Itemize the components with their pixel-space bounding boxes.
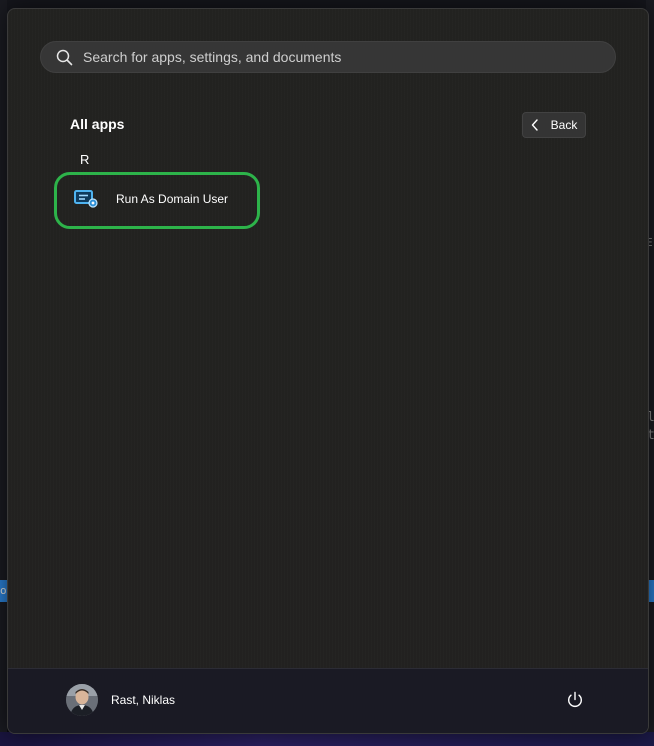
user-account-button[interactable]: Rast, Niklas [66,683,175,717]
background-window-left [0,0,7,746]
chevron-left-icon [531,119,541,131]
search-input[interactable] [83,49,615,65]
user-name: Rast, Niklas [111,693,176,707]
search-icon [55,48,73,66]
back-button[interactable]: Back [522,112,586,138]
avatar [66,684,98,716]
power-icon [566,691,584,709]
start-menu-footer: Rast, Niklas [8,668,648,733]
start-menu: All apps Back R Run As Domain User [7,8,649,734]
taskbar-edge [0,732,654,746]
back-label: Back [550,118,578,132]
power-button[interactable] [564,689,586,711]
desktop: E l t oj All apps Back R [0,0,654,746]
letter-header-r[interactable]: R [80,152,89,167]
all-apps-title: All apps [70,116,125,132]
app-label: Run As Domain User [116,192,229,206]
run-as-domain-user-icon [74,189,98,209]
search-box[interactable] [40,41,616,73]
